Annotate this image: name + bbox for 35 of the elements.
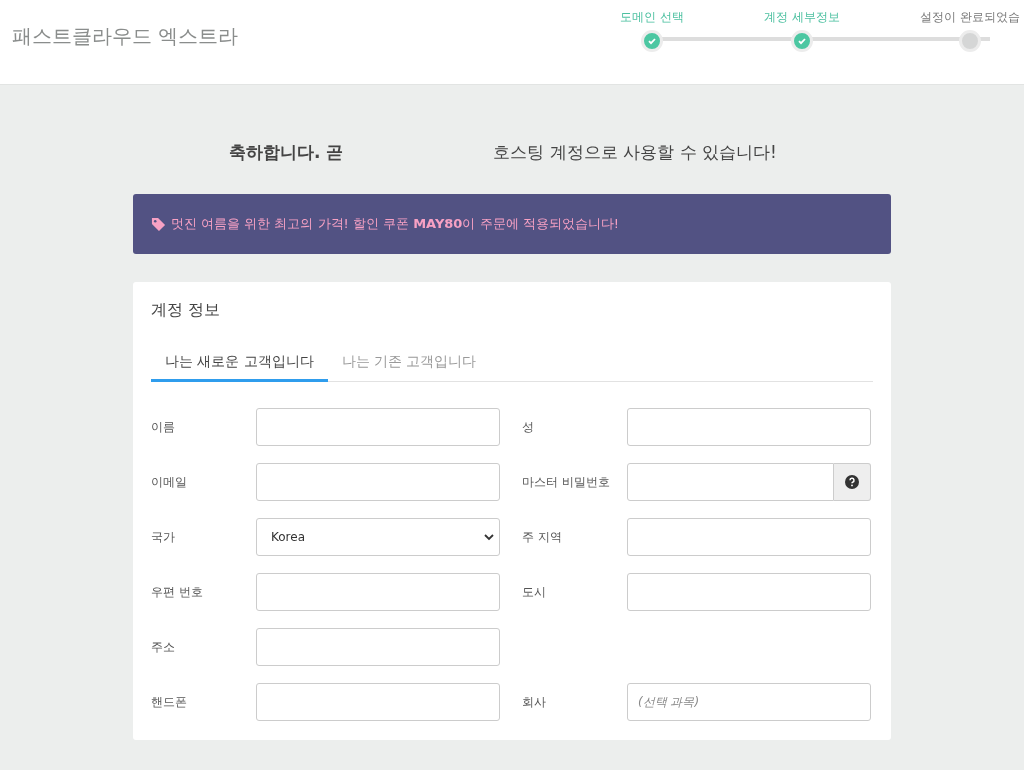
field-label: 도시: [522, 583, 547, 601]
text-field[interactable]: [256, 408, 500, 446]
customer-tab[interactable]: 나는 새로운 고객입니다: [151, 347, 328, 382]
promo-text: 멋진 여름을 위한 최고의 가격! 할인 쿠폰 MAY80이 주문에 적용되었습니다!: [171, 215, 619, 233]
field-label: 국가: [151, 528, 176, 546]
help-icon: [845, 475, 859, 489]
step-label: 도메인 선택: [620, 10, 684, 25]
heading-text: 축하합니다. 곧: [229, 141, 344, 164]
field-label: 핸드폰: [151, 693, 188, 711]
field-label: 우편 번호: [151, 583, 204, 601]
text-field[interactable]: [256, 463, 500, 501]
step-label: 설정이 완료되었습: [920, 10, 1020, 25]
field-label: 이메일: [151, 473, 188, 491]
field-label: 마스터 비밀번호: [522, 473, 611, 491]
country-select[interactable]: Korea: [256, 518, 500, 556]
heading-text: 호스팅 계정으로 사용할 수 있습니다!: [493, 141, 777, 164]
chevron-icon: [484, 533, 494, 541]
step-label: 계정 세부정보: [764, 10, 840, 25]
card-title: 계정 정보: [151, 300, 222, 321]
tag-icon: [151, 216, 166, 232]
field-label: 주 지역: [522, 528, 563, 546]
site-logo: 패스트클라우드 엑스트라: [11, 23, 239, 50]
field-label: 주소: [151, 638, 176, 656]
field-label: 회사: [522, 693, 547, 711]
help-button[interactable]: [834, 463, 871, 501]
text-field[interactable]: [256, 683, 500, 721]
text-field[interactable]: [256, 573, 500, 611]
text-field[interactable]: [627, 518, 871, 556]
text-field[interactable]: [627, 573, 871, 611]
field-label: 이름: [151, 418, 176, 436]
text-field[interactable]: (선택 과목): [627, 683, 871, 721]
field-label: 성: [522, 418, 535, 436]
text-field[interactable]: [256, 628, 500, 666]
text-field[interactable]: [627, 408, 871, 446]
password-field[interactable]: [627, 463, 834, 501]
